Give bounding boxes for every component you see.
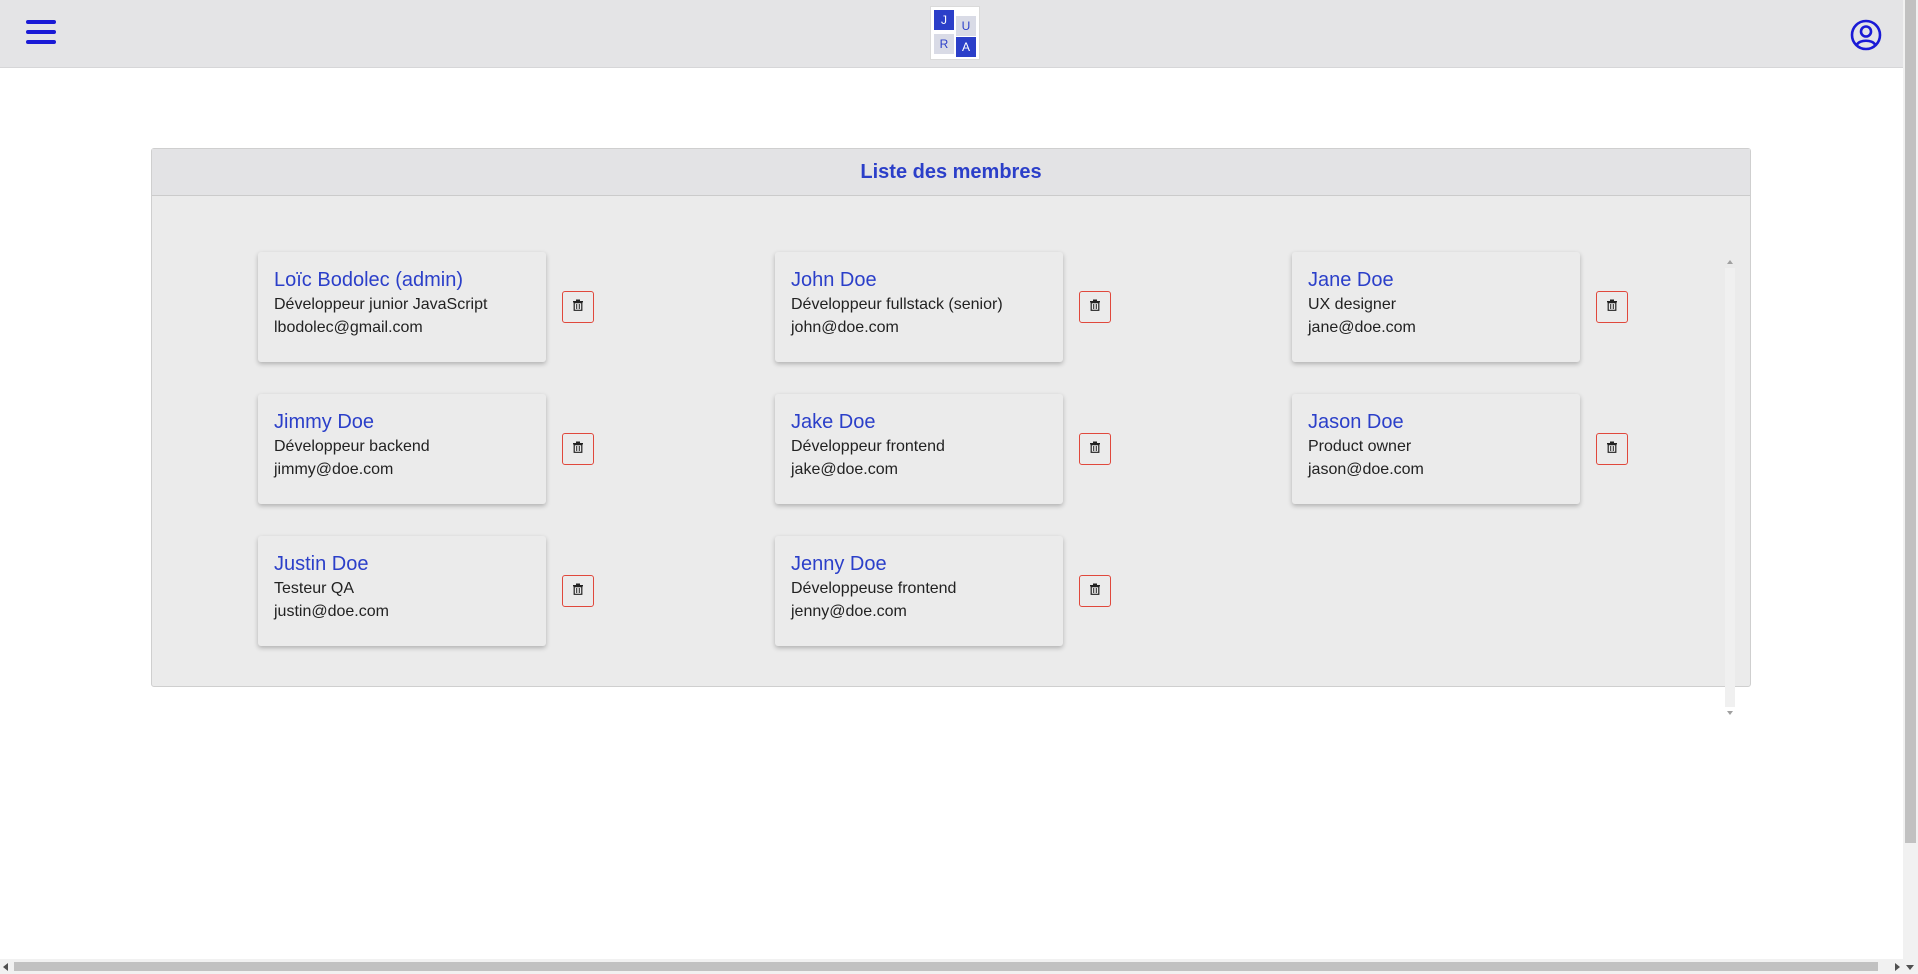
logo-letter: A xyxy=(956,37,976,57)
member-name: Loïc Bodolec (admin) xyxy=(274,269,463,291)
member-role: Développeur junior JavaScript xyxy=(274,296,488,313)
member-role: Développeuse frontend xyxy=(791,580,957,597)
trash-icon xyxy=(1089,298,1101,316)
member-name: Jake Doe xyxy=(791,411,876,433)
member-role: UX designer xyxy=(1308,296,1397,313)
member-name: Jenny Doe xyxy=(791,553,887,575)
delete-member-button[interactable] xyxy=(562,291,594,323)
menu-icon[interactable] xyxy=(26,18,58,48)
scroll-right-icon[interactable] xyxy=(1895,963,1900,971)
member-item: Loïc Bodolec (admin) Développeur junior J… xyxy=(258,252,775,362)
logo-letter: J xyxy=(934,10,954,30)
trash-icon xyxy=(1089,582,1101,600)
member-item: Jimmy Doe Développeur backend jimmy@doe.co… xyxy=(258,394,775,504)
logo-letter: R xyxy=(934,34,954,54)
member-email: jason@doe.com xyxy=(1308,461,1424,478)
member-name: Justin Doe xyxy=(274,553,369,575)
member-email: justin@doe.com xyxy=(274,603,389,620)
member-name: Jimmy Doe xyxy=(274,411,375,433)
scrollbar-thumb[interactable] xyxy=(1905,0,1916,843)
trash-icon xyxy=(572,298,584,316)
members-panel: Liste des membres Loïc Bodolec (admin) Dé… xyxy=(151,148,1751,715)
member-card[interactable]: Justin Doe Testeur QA justin@doe.com xyxy=(258,536,546,646)
member-card[interactable]: Jimmy Doe Développeur backend jimmy@doe.co… xyxy=(258,394,546,504)
member-name: John Doe xyxy=(791,269,877,291)
trash-icon xyxy=(1606,440,1618,458)
scroll-left-icon[interactable] xyxy=(3,963,8,971)
member-role: Testeur QA xyxy=(274,580,355,597)
member-item: Jake Doe Développeur frontend jake@doe.com xyxy=(775,394,1292,504)
member-role: Développeur fullstack (senior) xyxy=(791,296,1003,313)
member-item: John Doe Développeur fullstack (senior) jo… xyxy=(775,252,1292,362)
page-horizontal-scrollbar[interactable] xyxy=(0,959,1903,974)
members-list-container: Loïc Bodolec (admin) Développeur junior J… xyxy=(152,196,1750,715)
delete-member-button[interactable] xyxy=(1079,575,1111,607)
member-email: jimmy@doe.com xyxy=(274,461,394,478)
member-email: jane@doe.com xyxy=(1308,319,1416,336)
top-bar: J U R A xyxy=(0,0,1903,68)
member-item: Jenny Doe Développeuse frontend jenny@doe.… xyxy=(775,536,1292,646)
logo-letter: U xyxy=(956,16,976,36)
trash-icon xyxy=(1089,440,1101,458)
member-card[interactable]: Loïc Bodolec (admin) Développeur junior J… xyxy=(258,252,546,362)
member-card[interactable]: Jason Doe Product owner jason@doe.com xyxy=(1292,394,1580,504)
scroll-down-icon[interactable] xyxy=(1727,711,1733,715)
delete-member-button[interactable] xyxy=(1596,433,1628,465)
scroll-down-icon[interactable] xyxy=(1906,965,1914,970)
scroll-up-icon[interactable] xyxy=(1727,260,1733,264)
trash-icon xyxy=(572,582,584,600)
member-name: Jane Doe xyxy=(1308,269,1394,291)
member-card[interactable]: Jake Doe Développeur frontend jake@doe.com xyxy=(775,394,1063,504)
member-role: Développeur frontend xyxy=(791,438,945,455)
delete-member-button[interactable] xyxy=(562,575,594,607)
delete-member-button[interactable] xyxy=(1079,433,1111,465)
member-email: jake@doe.com xyxy=(791,461,898,478)
scrollbar-thumb[interactable] xyxy=(14,962,1878,971)
member-email: john@doe.com xyxy=(791,319,899,336)
members-scrollbar[interactable] xyxy=(1724,260,1736,715)
user-circle-icon[interactable] xyxy=(1850,19,1882,51)
page-vertical-scrollbar[interactable] xyxy=(1903,0,1918,974)
app-viewport: J U R A Liste des membres Loïc Bodolec (… xyxy=(0,0,1918,974)
app-logo[interactable]: J U R A xyxy=(930,6,980,60)
member-role: Développeur backend xyxy=(274,438,430,455)
member-email: jenny@doe.com xyxy=(791,603,907,620)
delete-member-button[interactable] xyxy=(562,433,594,465)
member-item: Justin Doe Testeur QA justin@doe.com xyxy=(258,536,775,646)
panel-title: Liste des membres xyxy=(152,149,1750,196)
members-grid: Loïc Bodolec (admin) Développeur junior J… xyxy=(258,252,1678,646)
member-card[interactable]: Jenny Doe Développeuse frontend jenny@doe.… xyxy=(775,536,1063,646)
delete-member-button[interactable] xyxy=(1079,291,1111,323)
member-name: Jason Doe xyxy=(1308,411,1404,433)
member-email: lbodolec@gmail.com xyxy=(274,319,423,336)
trash-icon xyxy=(1606,298,1618,316)
member-card[interactable]: John Doe Développeur fullstack (senior) jo… xyxy=(775,252,1063,362)
member-role: Product owner xyxy=(1308,438,1412,455)
delete-member-button[interactable] xyxy=(1596,291,1628,323)
member-card[interactable]: Jane Doe UX designer jane@doe.com xyxy=(1292,252,1580,362)
trash-icon xyxy=(572,440,584,458)
